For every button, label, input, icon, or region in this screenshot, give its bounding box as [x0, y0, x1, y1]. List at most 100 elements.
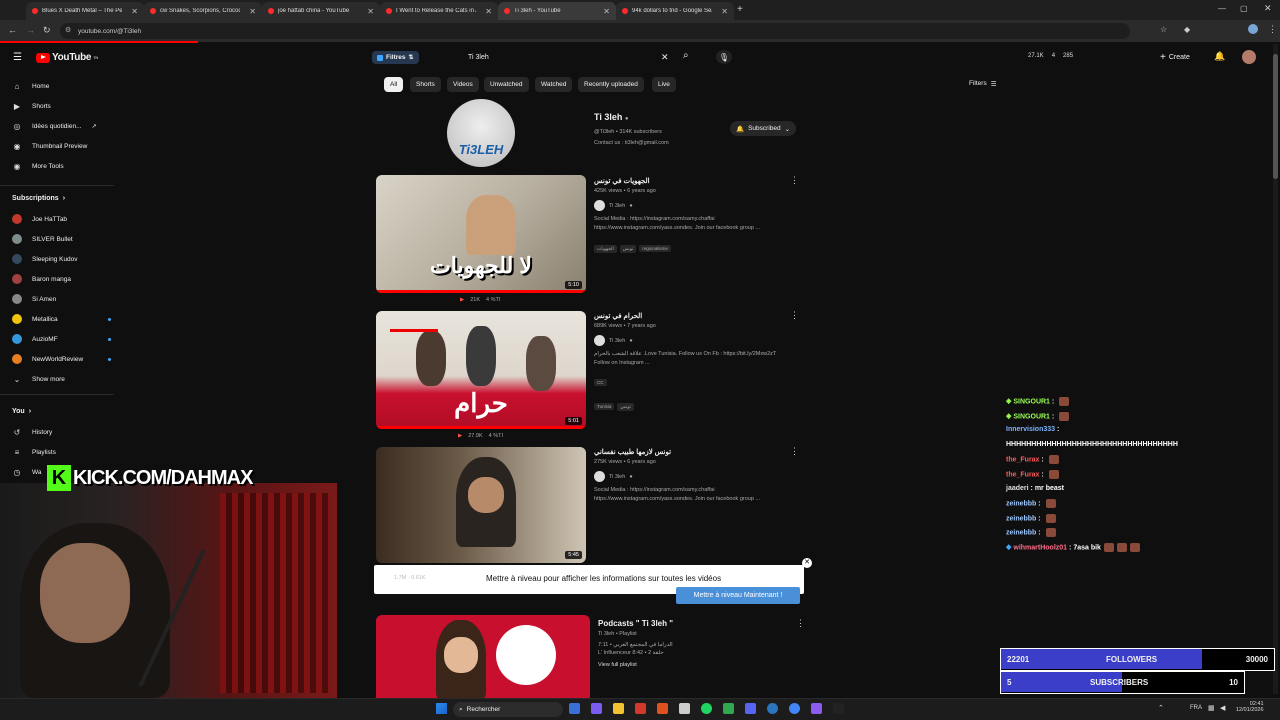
- close-window-icon[interactable]: ✕: [1264, 3, 1272, 14]
- new-tab-button[interactable]: +: [737, 4, 743, 15]
- video-thumbnail[interactable]: 5:45: [376, 447, 586, 563]
- video-channel[interactable]: Ti 3leh ●: [594, 200, 804, 211]
- filter-chip[interactable]: Videos: [447, 77, 479, 92]
- video-tag[interactable]: regionalisme: [639, 245, 671, 252]
- extension-icon[interactable]: ◆: [1184, 25, 1190, 34]
- steam-icon[interactable]: [767, 703, 778, 714]
- discord-icon[interactable]: [745, 703, 756, 714]
- channel-avatar[interactable]: Ti3LEH: [447, 99, 515, 167]
- view-full-playlist-link[interactable]: View full playlist: [598, 662, 673, 668]
- tab-close-icon[interactable]: ✕: [367, 7, 374, 16]
- create-button[interactable]: + Create: [1160, 50, 1190, 64]
- browser-menu-icon[interactable]: ⋮: [1268, 24, 1277, 35]
- hamburger-menu-icon[interactable]: ☰: [13, 52, 22, 63]
- scrollbar-thumb[interactable]: [1273, 54, 1278, 179]
- chrome-icon[interactable]: [789, 703, 800, 714]
- filter-chip[interactable]: Unwatched: [484, 77, 529, 92]
- tray-chevron-icon[interactable]: ⌃: [1158, 704, 1164, 712]
- forward-icon[interactable]: →: [26, 25, 35, 35]
- account-avatar[interactable]: [1242, 50, 1256, 64]
- youtube-logo[interactable]: YouTube TN: [36, 52, 98, 63]
- video-tag[interactable]: Tunisia: [594, 403, 615, 410]
- media-icon[interactable]: [635, 703, 646, 714]
- playlist-item[interactable]: L' Influenceur 8:42 • 2 حلقة: [598, 650, 673, 656]
- tab-close-icon[interactable]: ✕: [131, 7, 138, 16]
- video-menu-icon[interactable]: ⋮: [790, 175, 799, 186]
- minimize-icon[interactable]: —: [1218, 4, 1226, 13]
- subscription-item[interactable]: NewWorldReview: [12, 351, 112, 367]
- browser-tab[interactable]: joe hattab china - YouTube ✕: [262, 2, 380, 20]
- tab-close-icon[interactable]: ✕: [603, 7, 610, 16]
- address-bar[interactable]: ⚙ youtube.com/@Ti3leh: [60, 23, 1130, 39]
- taskbar-search[interactable]: ⌕ Rechercher: [453, 702, 563, 717]
- subscription-item[interactable]: Metallica: [12, 311, 112, 327]
- video-tag[interactable]: الجهويات: [594, 245, 617, 253]
- filter-chip[interactable]: Recently uploaded: [578, 77, 644, 92]
- filter-chip[interactable]: All: [384, 77, 404, 92]
- subscription-item[interactable]: SILVER Bullet: [12, 231, 112, 247]
- playlist-thumbnail[interactable]: [376, 615, 590, 698]
- spotify-icon[interactable]: [701, 703, 712, 714]
- reload-icon[interactable]: ↻: [43, 25, 51, 36]
- tab-close-icon[interactable]: ✕: [721, 7, 728, 16]
- browser-tab[interactable]: I Went to Release the Cats in Af ✕: [380, 2, 498, 20]
- sidebar-item[interactable]: ◷ Wa: [12, 464, 42, 480]
- app-icon[interactable]: [833, 703, 844, 714]
- bookmark-star-icon[interactable]: ☆: [1160, 25, 1167, 34]
- filter-chip[interactable]: Watched: [535, 77, 573, 92]
- page-scrollbar[interactable]: [1273, 44, 1278, 694]
- app-icon[interactable]: [811, 703, 822, 714]
- sidebar-item[interactable]: ◎ Idées quotidien... ↗: [12, 118, 97, 134]
- upgrade-button[interactable]: Mettre à niveau Maintenant !: [676, 587, 800, 604]
- subscriptions-heading[interactable]: Subscriptions ›: [12, 195, 65, 202]
- notifications-bell-icon[interactable]: 🔔: [1214, 51, 1225, 62]
- video-title[interactable]: الحرام في تونس: [594, 312, 804, 320]
- filters-chip[interactable]: Filtres ⇅: [372, 51, 419, 64]
- video-thumbnail[interactable]: لا للجهويات 5:10: [376, 175, 586, 293]
- video-channel[interactable]: Ti 3leh ●: [594, 471, 804, 482]
- site-info-icon[interactable]: ⚙: [65, 26, 71, 34]
- windows-start-icon[interactable]: [436, 703, 447, 714]
- profile-avatar[interactable]: [1248, 24, 1258, 34]
- video-thumbnail[interactable]: حرام 5:01: [376, 311, 586, 429]
- video-tag[interactable]: تونس: [617, 403, 634, 411]
- filter-chip[interactable]: Live: [652, 77, 676, 92]
- video-title[interactable]: تونس لازمها طبيب نفساني: [594, 448, 804, 456]
- clock[interactable]: 02:41 12/01/2026: [1236, 701, 1264, 713]
- sidebar-item[interactable]: ≡ Playlists: [12, 444, 56, 460]
- browser-tab[interactable]: cw Snakes, Scorpions, Crocodil ✕: [144, 2, 262, 20]
- playlist-title[interactable]: Podcasts " Ti 3leh ": [598, 619, 673, 628]
- playlist-item[interactable]: 7:11 • الدراما في المجتمع العربي: [598, 642, 673, 648]
- sidebar-item[interactable]: ↺ History: [12, 424, 53, 440]
- volume-icon[interactable]: ◀: [1220, 704, 1225, 712]
- sidebar-item[interactable]: ▶ Shorts: [12, 98, 51, 114]
- clear-search-icon[interactable]: ✕: [661, 52, 669, 63]
- browser-tab[interactable]: Ti 3leh - YouTube ✕: [498, 2, 616, 20]
- video-title[interactable]: الجهويات في تونس: [594, 177, 804, 185]
- voice-search-icon[interactable]: 🎙: [716, 50, 732, 64]
- search-box[interactable]: Ti 3leh: [462, 49, 678, 66]
- sidebar-item[interactable]: ⌂ Home: [12, 78, 50, 94]
- browser-tab[interactable]: Blues X Death Metal – The Perfe ✕: [26, 2, 144, 20]
- video-channel[interactable]: Ti 3leh ●: [594, 335, 804, 346]
- file-explorer-icon[interactable]: [613, 703, 624, 714]
- widgets-icon[interactable]: [569, 703, 580, 714]
- network-icon[interactable]: ▦: [1208, 704, 1215, 712]
- channel-contact[interactable]: Contact us : ti3leh@gmail.com: [594, 140, 669, 146]
- video-tag[interactable]: تونس: [619, 245, 637, 253]
- subscription-item[interactable]: Si Amen: [12, 291, 112, 307]
- filters-right-button[interactable]: Filters ☰: [969, 80, 997, 88]
- maximize-icon[interactable]: ▢: [1240, 4, 1248, 13]
- subscribed-button[interactable]: 🔔 Subscribed ⌄: [730, 121, 797, 136]
- language-indicator[interactable]: FRA: [1190, 705, 1202, 711]
- playlist-menu-icon[interactable]: ⋮: [796, 618, 805, 629]
- xbox-icon[interactable]: [723, 703, 734, 714]
- tab-close-icon[interactable]: ✕: [485, 7, 492, 16]
- browser-tab[interactable]: 94k dollars to tnd - Google Sear ✕: [616, 2, 734, 20]
- tab-close-icon[interactable]: ✕: [249, 7, 256, 16]
- close-banner-icon[interactable]: ✕: [802, 558, 812, 568]
- you-heading[interactable]: You ›: [12, 408, 31, 415]
- show-more-button[interactable]: ⌄ Show more: [12, 371, 65, 387]
- github-icon[interactable]: [679, 703, 690, 714]
- video-menu-icon[interactable]: ⋮: [790, 310, 799, 321]
